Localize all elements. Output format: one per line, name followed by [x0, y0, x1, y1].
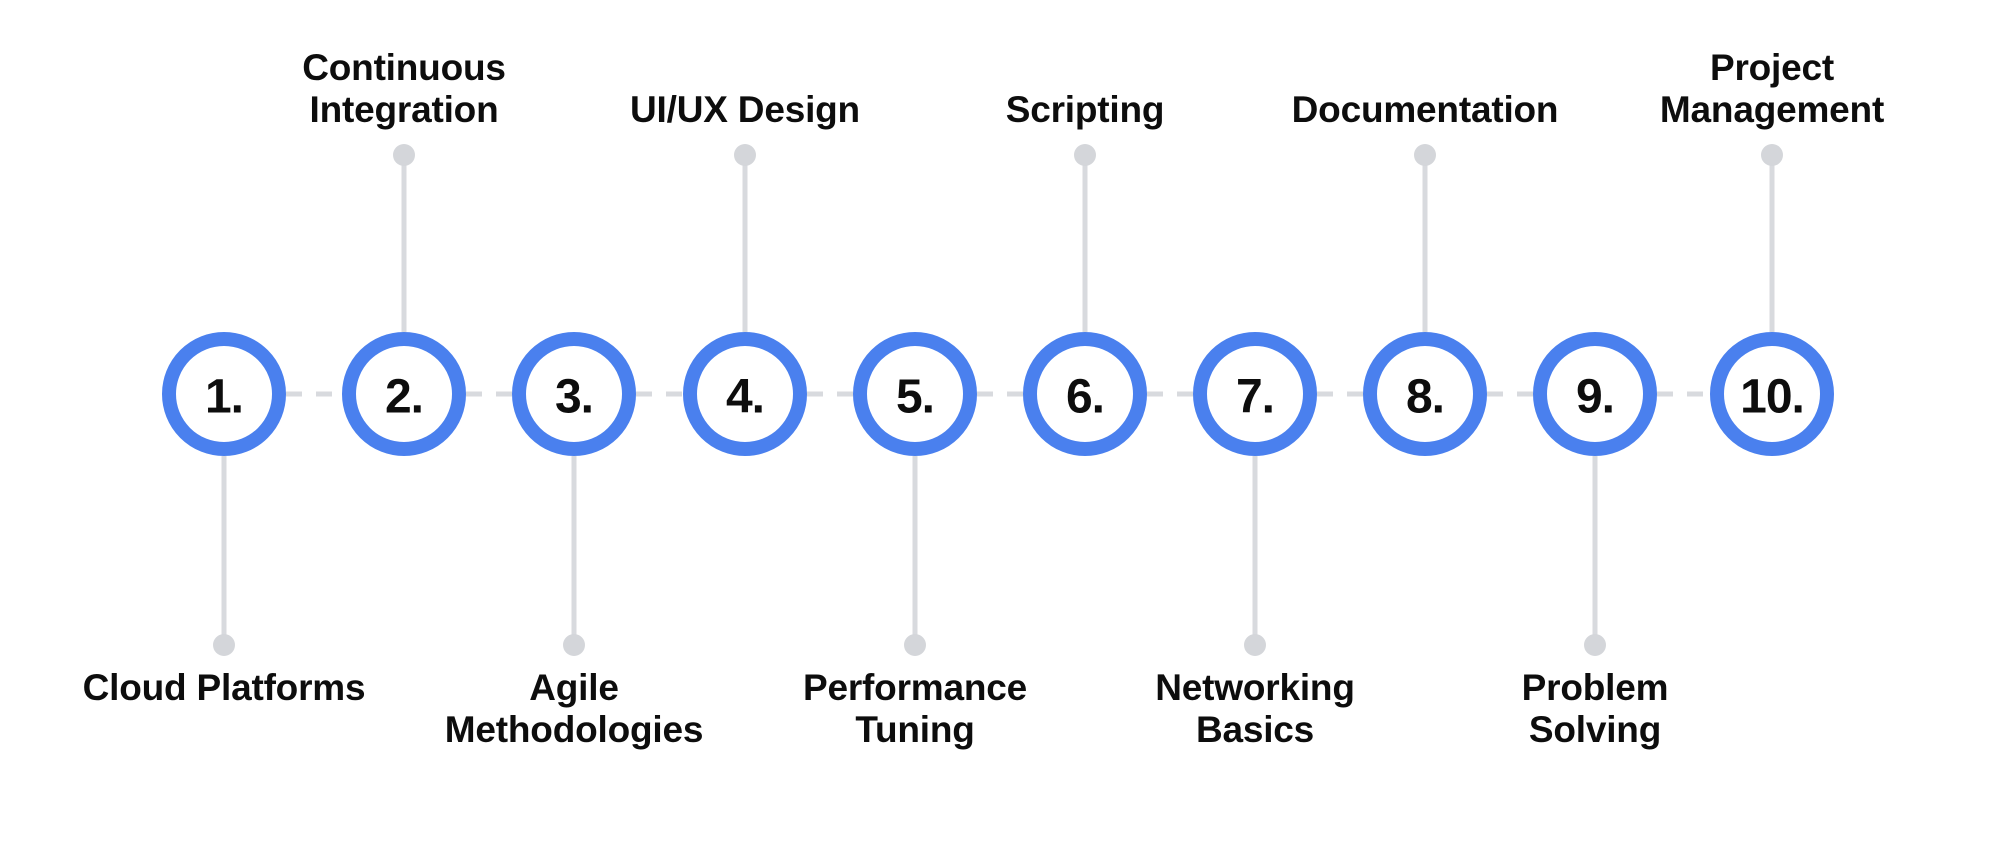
step-label-9: Problem Solving [1521, 667, 1669, 751]
step-number-2: 2. [384, 370, 424, 424]
stem-dot [563, 634, 585, 656]
step-label-6: Scripting [1005, 89, 1165, 130]
step-number-7: 7. [1235, 370, 1275, 424]
stem-dot [213, 634, 235, 656]
step-label-10: Project Management [1659, 47, 1885, 131]
step-label-3: Agile Methodologies [444, 667, 704, 751]
step-number-4: 4. [725, 370, 765, 424]
roadmap-canvas: Cloud Platforms Continuous Integration Agi… [0, 0, 2000, 848]
stem-dot [734, 144, 756, 166]
step-label-7: Networking Basics [1155, 667, 1355, 751]
stem-dot [1584, 634, 1606, 656]
step-number-6: 6. [1065, 370, 1105, 424]
stem-dot [1414, 144, 1436, 166]
step-label-2: Continuous Integration [302, 47, 506, 131]
stem-dot [1074, 144, 1096, 166]
stem-dot [904, 634, 926, 656]
step-label-4: UI/UX Design [630, 89, 860, 130]
stem-dot [1244, 634, 1266, 656]
step-label-8: Documentation [1291, 89, 1559, 130]
stem-dot [393, 144, 415, 166]
step-label-5: Performance Tuning [802, 667, 1028, 751]
step-number-9: 9. [1575, 370, 1615, 424]
step-number-1: 1. [204, 370, 244, 424]
step-number-8: 8. [1405, 370, 1445, 424]
stem-dot [1761, 144, 1783, 166]
step-number-10: 10. [1740, 370, 1805, 424]
step-label-1: Cloud Platforms [82, 667, 366, 708]
step-number-5: 5. [895, 370, 935, 424]
step-number-3: 3. [554, 370, 594, 424]
